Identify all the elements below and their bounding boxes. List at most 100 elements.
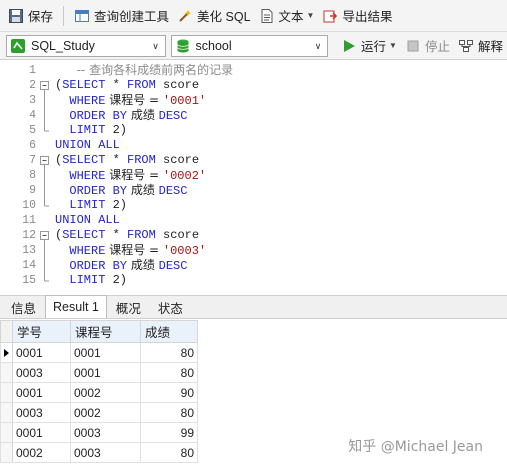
sql-token: 成绩	[127, 258, 159, 272]
fold-toggle-icon[interactable]	[40, 78, 50, 93]
run-button[interactable]: 运行 ▼	[337, 34, 401, 58]
save-button[interactable]: 保存	[4, 4, 57, 28]
export-icon	[322, 8, 338, 24]
code-text: WHERE 课程号 = '0003'	[69, 243, 206, 259]
sql-token: 2)	[105, 273, 128, 287]
table-cell[interactable]: 0001	[12, 382, 71, 403]
sql-keyword: LIMIT	[69, 123, 106, 137]
sql-editor[interactable]: 1 -- 查询各科成绩前两名的记录 2 (SELECT * FROM score 3 WH…	[0, 60, 507, 295]
result-tabs: 信息 Result 1 概况 状态	[0, 295, 507, 319]
sql-keyword: FROM	[127, 228, 156, 242]
code-text: ORDER BY 成绩 DESC	[69, 108, 187, 124]
run-label: 运行	[361, 40, 387, 54]
fold-toggle-icon[interactable]	[40, 153, 50, 168]
stop-button[interactable]: 停止	[401, 34, 454, 58]
row-indicator[interactable]	[0, 362, 13, 383]
explain-icon	[458, 38, 474, 54]
run-icon	[341, 38, 357, 54]
code-text: -- 查询各科成绩前两名的记录	[77, 63, 233, 79]
table-cell[interactable]: 0002	[70, 402, 141, 423]
sql-keyword: ORDER BY	[69, 259, 127, 273]
table-cell[interactable]: 80	[140, 402, 198, 423]
chevron-down-icon[interactable]: ▼	[307, 11, 315, 20]
chevron-down-icon[interactable]: ▼	[389, 41, 397, 50]
table-cell[interactable]: 0001	[12, 342, 71, 363]
table-row[interactable]: 0001 0002 90	[0, 382, 198, 403]
table-cell[interactable]: 99	[140, 422, 198, 443]
row-indicator[interactable]	[0, 422, 13, 443]
table-cell[interactable]: 80	[140, 442, 198, 463]
code-text: WHERE 课程号 = '0002'	[69, 168, 206, 184]
code-text: (SELECT * FROM score	[55, 78, 199, 93]
tab-result-1[interactable]: Result 1	[45, 295, 107, 318]
row-indicator[interactable]	[0, 402, 13, 423]
table-cell[interactable]: 0003	[70, 422, 141, 443]
tab-status[interactable]: 状态	[150, 296, 191, 318]
table-cell[interactable]: 0002	[12, 442, 71, 463]
row-indicator[interactable]	[0, 382, 13, 403]
table-cell[interactable]: 0003	[70, 442, 141, 463]
row-indicator[interactable]	[0, 342, 13, 363]
explain-button[interactable]: 解释	[454, 34, 507, 58]
sql-keyword: SELECT	[62, 153, 106, 167]
editor-line: 3 WHERE 课程号 = '0001'	[0, 93, 507, 108]
query-builder-button[interactable]: 查询创建工具	[70, 4, 173, 28]
export-results-button[interactable]: 导出结果	[318, 4, 396, 28]
sql-token: *	[105, 153, 128, 167]
fold-guide	[44, 183, 45, 198]
table-row[interactable]: 0001 0001 80	[0, 342, 198, 363]
editor-line: 8 WHERE 课程号 = '0002'	[0, 168, 507, 183]
table-cell[interactable]: 0003	[12, 402, 71, 423]
line-number: 5	[29, 124, 36, 137]
table-cell[interactable]: 0003	[12, 362, 71, 383]
line-number: 3	[29, 94, 36, 107]
sql-keyword: DESC	[158, 184, 188, 198]
column-header[interactable]: 成绩	[140, 320, 198, 343]
database-select[interactable]: school ∨	[170, 34, 329, 57]
sql-keyword: WHERE	[69, 94, 106, 108]
fold-guide	[44, 123, 49, 132]
table-row[interactable]: 0003 0001 80	[0, 362, 198, 383]
table-row[interactable]: 0001 0003 99	[0, 422, 198, 443]
table-row[interactable]: 0002 0003 80	[0, 442, 198, 463]
chevron-down-icon[interactable]: ∨	[311, 39, 325, 53]
chevron-down-icon[interactable]: ∨	[149, 39, 163, 53]
sql-token: *	[105, 228, 128, 242]
line-number: 6	[29, 139, 36, 152]
table-cell[interactable]: 80	[140, 342, 198, 363]
line-number: 15	[22, 274, 36, 287]
save-icon	[8, 8, 24, 24]
table-cell[interactable]: 0002	[70, 382, 141, 403]
table-cell[interactable]: 90	[140, 382, 198, 403]
beautify-sql-button[interactable]: 美化 SQL	[173, 4, 255, 28]
sql-keyword: DESC	[158, 259, 188, 273]
fold-guide	[44, 243, 45, 258]
column-header[interactable]: 学号	[12, 320, 71, 343]
fold-toggle-icon[interactable]	[40, 228, 50, 243]
query-builder-icon	[74, 8, 90, 24]
tab-info[interactable]: 信息	[3, 296, 44, 318]
tab-profile[interactable]: 概况	[108, 296, 149, 318]
fold-guide	[44, 168, 45, 183]
table-cell[interactable]: 0001	[12, 422, 71, 443]
sql-string: '0001'	[162, 94, 207, 108]
code-text: UNION ALL	[55, 138, 120, 153]
sql-keyword: DESC	[158, 109, 188, 123]
table-cell[interactable]: 0001	[70, 362, 141, 383]
table-cell[interactable]: 80	[140, 362, 198, 383]
table-cell[interactable]: 0001	[70, 342, 141, 363]
editor-line: 1 -- 查询各科成绩前两名的记录	[0, 63, 507, 78]
line-number: 1	[29, 64, 36, 77]
main-toolbar: 保存 查询创建工具 美化 SQL 文本 ▼ 导出结果	[0, 0, 507, 32]
connection-select[interactable]: SQL_Study ∨	[6, 34, 166, 57]
column-header[interactable]: 课程号	[70, 320, 141, 343]
sql-token: 成绩	[127, 108, 159, 122]
row-indicator[interactable]	[0, 442, 13, 463]
line-number: 14	[22, 259, 36, 272]
table-row[interactable]: 0003 0002 80	[0, 402, 198, 423]
text-button[interactable]: 文本 ▼	[255, 4, 319, 28]
sql-keyword: WHERE	[69, 244, 106, 258]
editor-line: 6 UNION ALL	[0, 138, 507, 153]
editor-line: 11 UNION ALL	[0, 213, 507, 228]
code-text: LIMIT 2)	[69, 198, 127, 213]
